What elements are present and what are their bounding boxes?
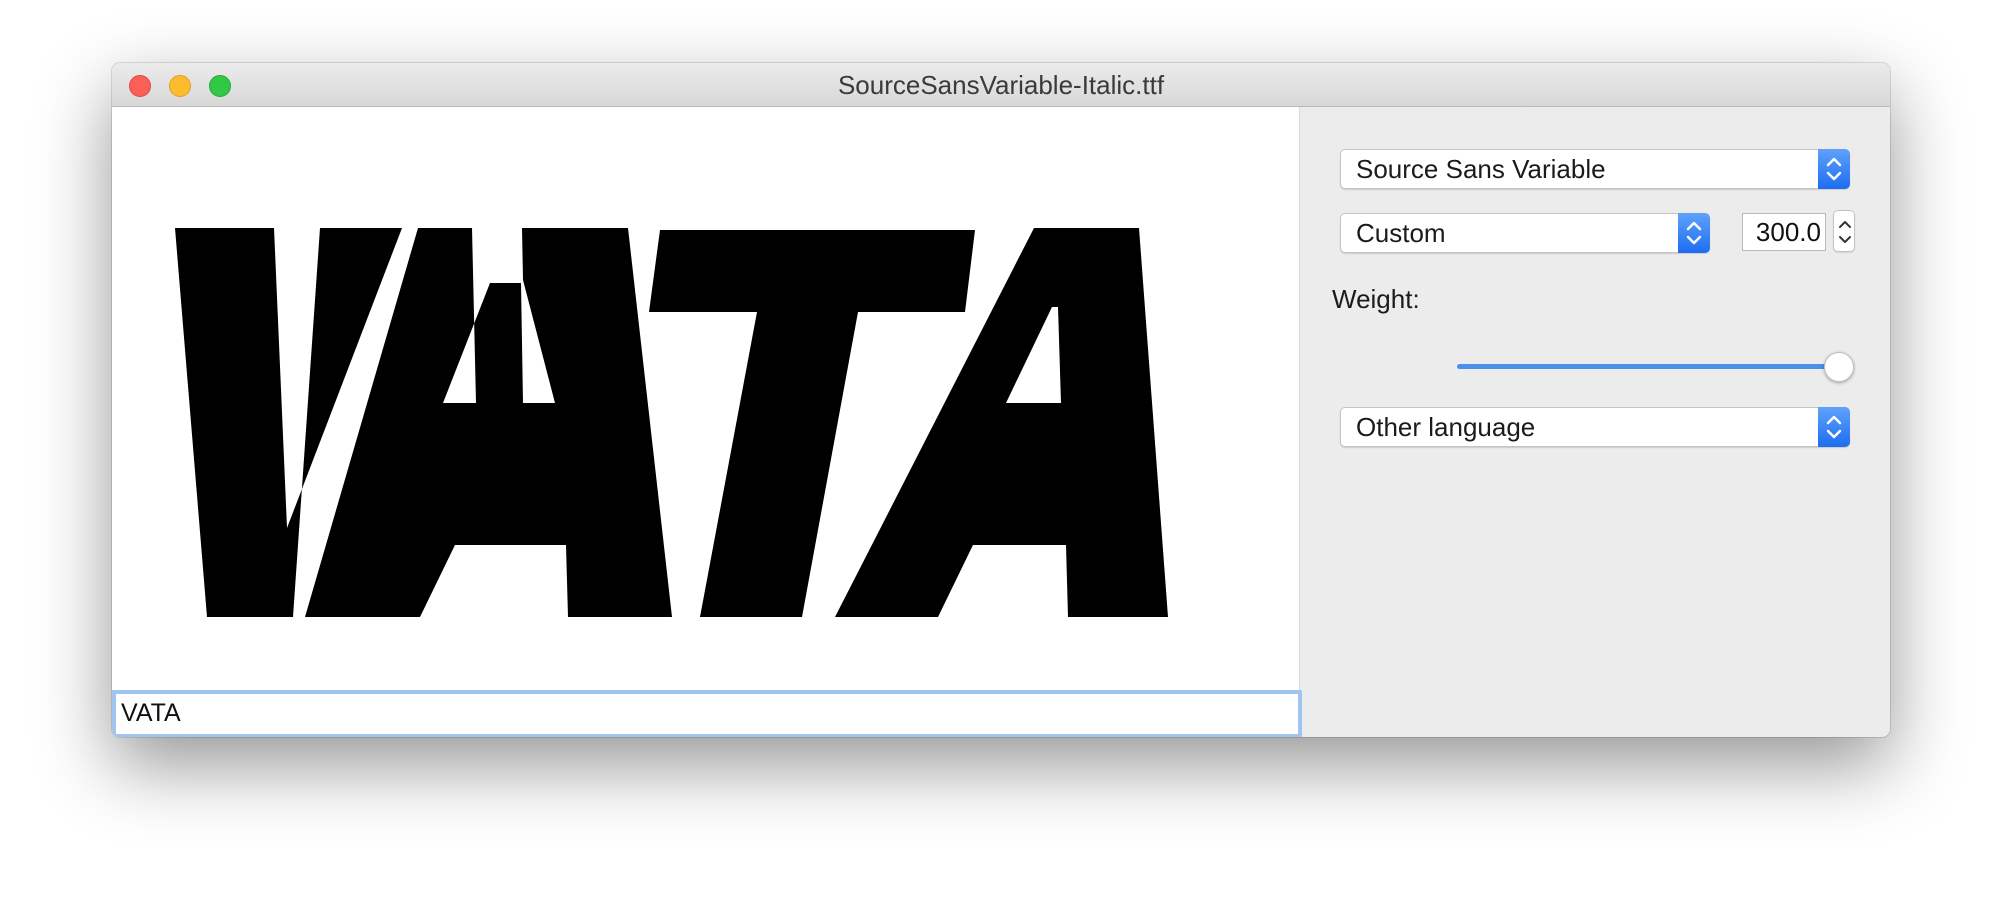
app-window: SourceSansVariable-Italic.ttf VATA Sourc… [112,63,1890,737]
glyph-preview [175,228,1168,617]
glyph-preview-canvas [112,107,1300,692]
sample-text-input[interactable]: VATA [112,690,1302,737]
instance-popup-label: Custom [1356,218,1446,248]
weight-slider-track[interactable] [1457,364,1831,369]
stepper-up-down-icon [1839,221,1851,243]
font-family-popup[interactable]: Source Sans Variable [1340,149,1850,189]
instance-popup[interactable]: Custom [1340,213,1710,253]
chevron-up-down-icon [1678,213,1710,253]
font-family-popup-label: Source Sans Variable [1356,154,1606,184]
font-size-stepper[interactable] [1833,210,1855,252]
weight-label: Weight: [1332,284,1420,314]
font-size-field[interactable]: 300.0 [1742,213,1826,251]
chevron-up-down-icon [1818,149,1850,189]
window-title: SourceSansVariable-Italic.ttf [837,70,1165,100]
controls-panel: Source Sans Variable Custom 300.0 Weight… [1300,107,1890,737]
chevron-up-down-icon [1818,407,1850,447]
language-popup-label: Other language [1356,412,1536,442]
title-bar[interactable]: SourceSansVariable-Italic.ttf [112,63,1890,107]
language-popup[interactable]: Other language [1340,407,1850,447]
weight-slider-knob[interactable] [1824,352,1854,382]
